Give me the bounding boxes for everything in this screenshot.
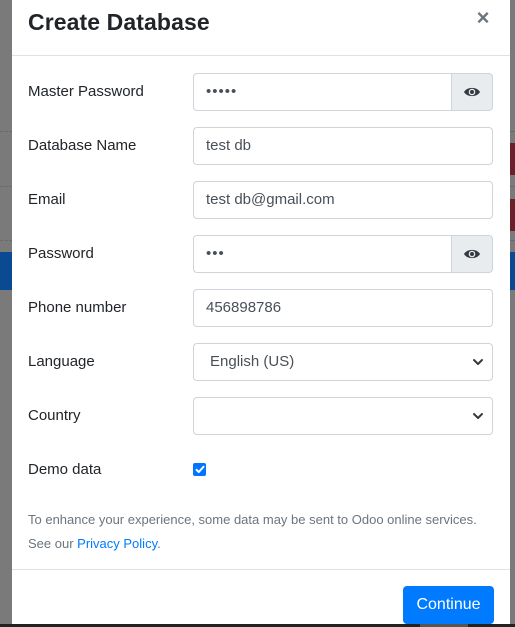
master-password-label: Master Password	[28, 83, 144, 100]
dialog-footer: Continue	[12, 569, 510, 624]
language-select[interactable]: English (US)	[193, 343, 493, 381]
close-icon: ×	[476, 5, 490, 30]
continue-button[interactable]: Continue	[403, 586, 494, 624]
database-name-input[interactable]: test db	[193, 127, 493, 165]
email-label: Email	[28, 191, 66, 208]
privacy-notice-end: .	[157, 536, 161, 551]
country-select[interactable]	[193, 397, 493, 435]
backdrop-divider	[510, 186, 515, 188]
demo-data-checkbox[interactable]	[193, 463, 206, 476]
backdrop-red-button	[510, 199, 515, 231]
password-row: Password •••	[28, 235, 493, 273]
demo-data-label: Demo data	[28, 461, 102, 478]
privacy-policy-link[interactable]: Privacy Policy	[77, 536, 157, 551]
language-row: Language English (US)	[28, 343, 493, 381]
database-name-label: Database Name	[28, 137, 137, 154]
email-input[interactable]: test db@gmail.com	[193, 181, 493, 219]
database-name-row: Database Name test db	[28, 127, 493, 165]
master-password-row: Master Password •••••	[28, 73, 493, 111]
checkmark-icon	[195, 465, 204, 473]
backdrop-red-button	[510, 143, 515, 175]
password-label: Password	[28, 245, 94, 262]
email-row: Email test db@gmail.com	[28, 181, 493, 219]
country-label: Country	[28, 407, 81, 424]
chevron-down-icon	[473, 413, 483, 419]
privacy-notice: To enhance your experience, some data ma…	[28, 508, 498, 556]
demo-data-row: Demo data	[28, 451, 493, 489]
backdrop-divider	[0, 131, 12, 133]
password-group: •••	[193, 235, 493, 273]
phone-row: Phone number 456898786	[28, 289, 493, 327]
password-toggle-button[interactable]	[451, 235, 493, 273]
backdrop-divider	[0, 240, 12, 242]
backdrop-divider	[510, 131, 515, 133]
master-password-group: •••••	[193, 73, 493, 111]
backdrop-divider	[510, 240, 515, 242]
dialog-title: Create Database	[28, 9, 210, 35]
master-password-toggle-button[interactable]	[451, 73, 493, 111]
close-button[interactable]: ×	[472, 5, 494, 30]
eye-icon	[464, 87, 480, 97]
language-label: Language	[28, 353, 95, 370]
phone-input[interactable]: 456898786	[193, 289, 493, 327]
backdrop-divider	[0, 186, 12, 188]
country-row: Country	[28, 397, 493, 435]
backdrop-blue-bar	[0, 252, 12, 290]
create-database-dialog: Create Database × Master Password •••••	[12, 0, 510, 624]
dialog-header: Create Database ×	[12, 0, 510, 56]
backdrop-blue-bar	[510, 252, 515, 290]
master-password-input[interactable]: •••••	[193, 73, 452, 111]
eye-icon	[464, 249, 480, 259]
language-selected-value: English (US)	[210, 353, 295, 370]
phone-label: Phone number	[28, 299, 127, 316]
chevron-down-icon	[473, 359, 483, 365]
password-input[interactable]: •••	[193, 235, 452, 273]
